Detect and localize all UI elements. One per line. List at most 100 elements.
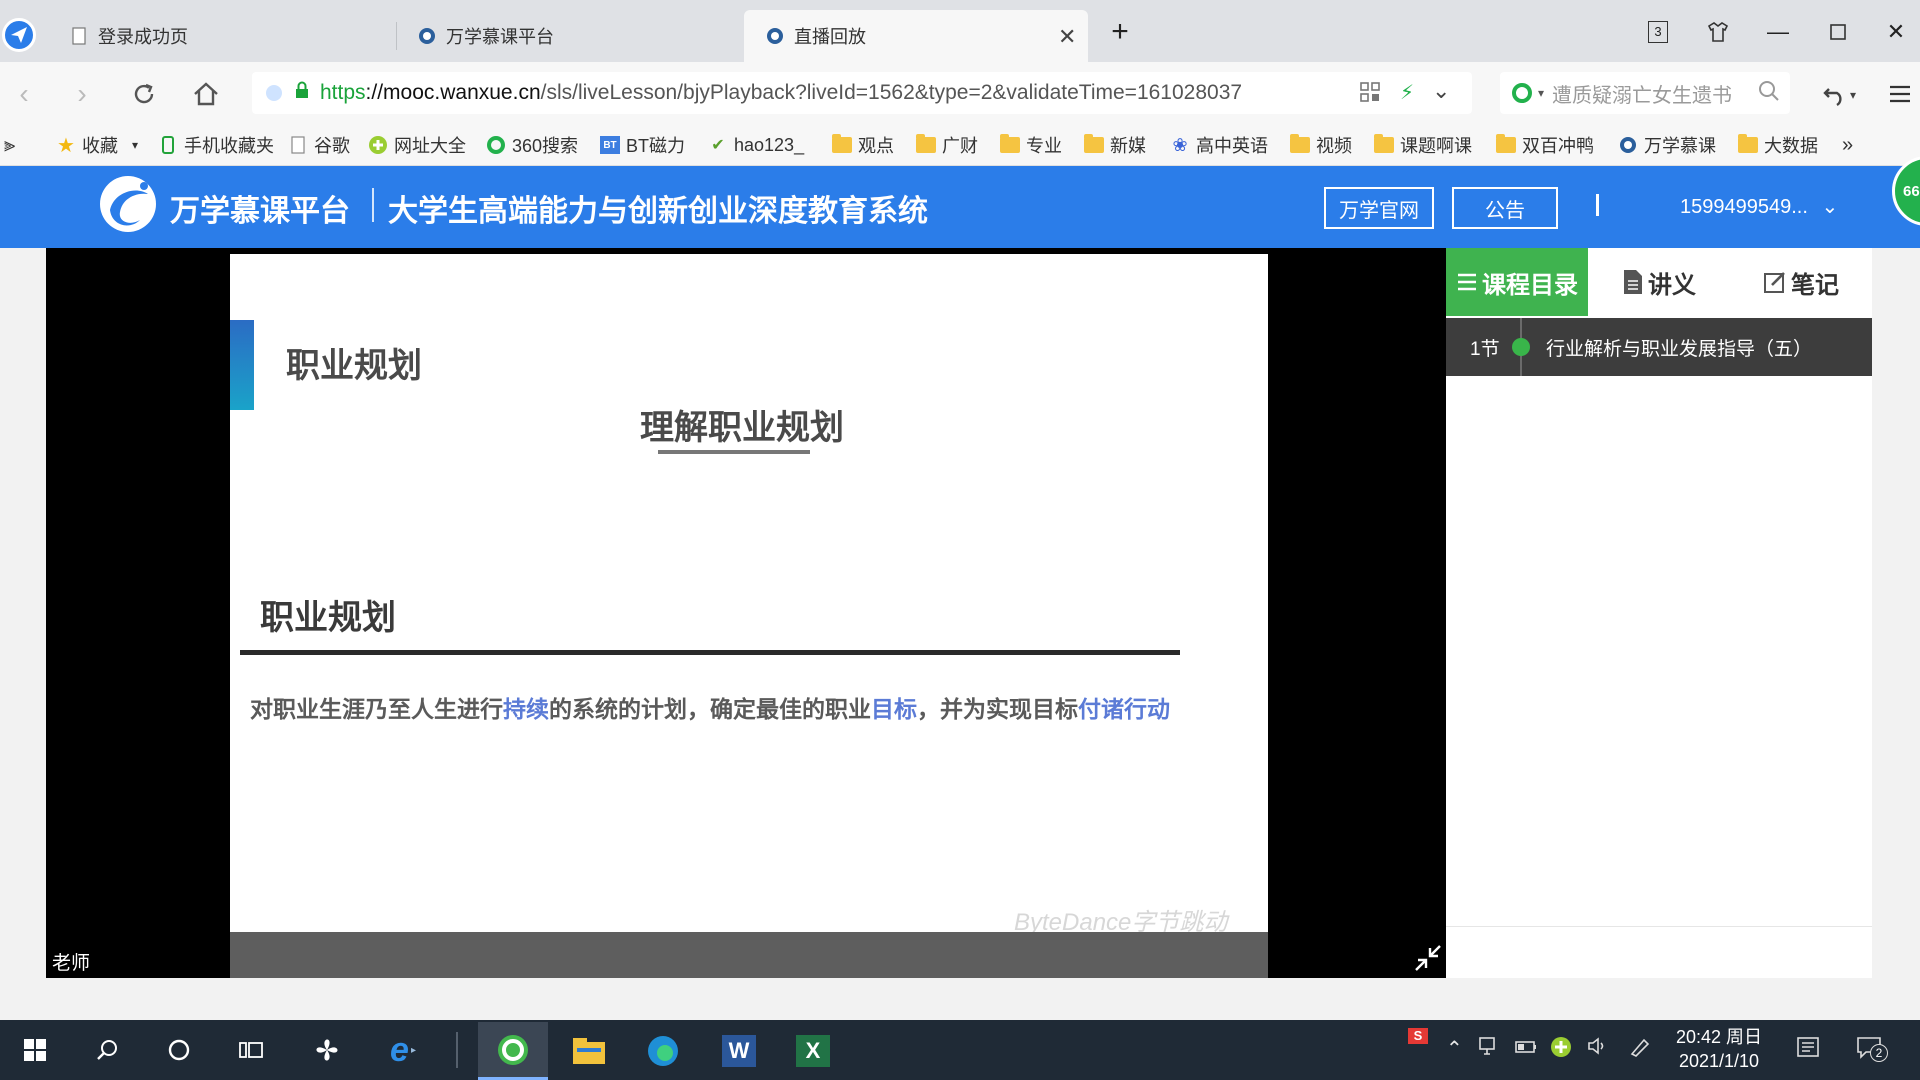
reload-button[interactable] (124, 74, 164, 114)
maximize-button[interactable] (1818, 14, 1858, 50)
bookmark-wanxue-mooc[interactable]: 万学慕课 (1618, 130, 1716, 160)
notes-icon[interactable] (1796, 1036, 1820, 1064)
menu-icon[interactable] (1880, 74, 1920, 114)
volume-icon[interactable] (1586, 1036, 1610, 1062)
search-icon[interactable] (84, 1030, 130, 1070)
bookmark-360-search[interactable]: 360搜索 (486, 130, 578, 160)
notice-button[interactable]: 公告 (1452, 187, 1558, 229)
lesson-item[interactable]: 1节 行业解析与职业发展指导（五） (1446, 318, 1872, 376)
task-view-icon[interactable] (228, 1030, 274, 1070)
bookmark-label: 高中英语 (1196, 136, 1268, 156)
bookmark-hao123[interactable]: ✔ hao123_ (708, 130, 804, 160)
site-logo-icon[interactable] (100, 176, 156, 232)
tab-wanxue-platform[interactable]: 万学慕课平台 (396, 10, 736, 62)
address-bar[interactable]: https://mooc.wanxue.cn/sls/liveLesson/bj… (252, 72, 1472, 114)
tab-notes[interactable]: 笔记 (1730, 248, 1872, 316)
excel-app[interactable]: X (778, 1022, 848, 1080)
chevron-down-icon[interactable]: ▾ (1850, 88, 1856, 102)
chevron-down-icon: ⌄ (1821, 196, 1839, 218)
sidebar-toggle-icon[interactable]: ⫸ (4, 130, 15, 160)
cortana-icon[interactable] (156, 1030, 202, 1070)
network-icon[interactable] (1478, 1036, 1502, 1062)
new-tab-button[interactable]: + (1100, 14, 1140, 50)
bookmark-label: 大数据 (1764, 136, 1818, 156)
browser-logo-icon[interactable] (2, 18, 36, 52)
phone-icon (158, 136, 178, 154)
search-icon[interactable] (1758, 80, 1780, 108)
system-clock[interactable]: 20:42 周日 2021/1/10 (1676, 1025, 1762, 1073)
tab-label: 登录成功页 (98, 27, 188, 47)
ie-browser-icon[interactable]: e ▸ (380, 1030, 426, 1070)
site-title[interactable]: 万学慕课平台 (170, 186, 350, 230)
lightning-icon[interactable]: ⚡ (1400, 80, 1414, 105)
word-app[interactable]: W (704, 1022, 774, 1080)
home-button[interactable] (186, 74, 226, 114)
course-sidebar: 课程目录 讲义 笔记 1节 行业解析与职业发展指导（五） (1446, 248, 1872, 978)
bookmark-folder-new-media[interactable]: 新媒 (1084, 130, 1146, 160)
qr-code-icon[interactable] (1360, 82, 1380, 102)
official-site-button[interactable]: 万学官网 (1324, 187, 1434, 229)
360-search-icon (486, 136, 506, 154)
bookmark-folder-big-data[interactable]: 大数据 (1738, 130, 1818, 160)
chevron-down-icon[interactable]: ⌄ (1432, 78, 1450, 104)
bookmark-high-school-english[interactable]: ❀ 高中英语 (1170, 130, 1268, 160)
close-window-button[interactable]: ✕ (1876, 14, 1916, 50)
back-button[interactable]: ‹ (4, 74, 44, 114)
folder-icon (1374, 134, 1394, 153)
bookmark-folder-video[interactable]: 视频 (1290, 130, 1352, 160)
shirt-icon[interactable] (1698, 14, 1738, 50)
bookmark-folder-viewpoint[interactable]: 观点 (832, 130, 894, 160)
pinwheel-app-icon[interactable] (304, 1030, 350, 1070)
tab-login-success[interactable]: 登录成功页 (48, 10, 388, 62)
sidebar-divider (1446, 926, 1872, 927)
bt-icon: BT (600, 136, 620, 154)
folder-icon (1084, 134, 1104, 153)
360-guard-icon[interactable] (1550, 1036, 1572, 1064)
slide-heading-center: 理解职业规划 (640, 409, 844, 447)
taskbar-divider (456, 1032, 458, 1068)
bookmarks-more-button[interactable]: » (1842, 130, 1853, 160)
pen-icon[interactable] (1628, 1036, 1652, 1064)
folder-icon (1000, 134, 1020, 153)
chevron-up-icon[interactable]: ⌃ (1446, 1036, 1463, 1061)
battery-icon[interactable] (1514, 1036, 1538, 1062)
minimize-button[interactable]: — (1758, 14, 1798, 50)
taskbar: e ▸ W X S ⌃ 20:42 周日 2021/1/10 2 (0, 1020, 1920, 1080)
exit-fullscreen-icon[interactable] (1412, 942, 1444, 974)
tab-course-catalog[interactable]: 课程目录 (1446, 248, 1588, 316)
slide-body-text: 对职业生涯乃至人生进行持续的系统的计划，确定最佳的职业目标，并为实现目标付诸行动 (250, 690, 1170, 724)
tab-handout[interactable]: 讲义 (1588, 248, 1730, 316)
360-browser-app[interactable] (478, 1022, 548, 1080)
bookmark-folder-double-hundred[interactable]: 双百冲鸭 (1496, 130, 1594, 160)
bookmark-url-directory[interactable]: 网址大全 (368, 130, 466, 160)
search-input[interactable]: ▾ 遭质疑溺亡女生遗书 (1500, 72, 1790, 114)
windows-start-icon[interactable] (12, 1030, 58, 1070)
bookmark-mobile[interactable]: 手机收藏夹 (158, 130, 274, 160)
bookmark-bt[interactable]: BT BT磁力 (600, 130, 685, 160)
badge-count: 66 (1903, 182, 1920, 200)
slide-accent-bar (230, 320, 254, 410)
tab-live-playback[interactable]: 直播回放 ✕ (744, 10, 1088, 62)
bookmark-folder-research[interactable]: 课题啊课 (1374, 130, 1472, 160)
site-favicon-icon (766, 26, 784, 46)
close-tab-icon[interactable]: ✕ (1058, 24, 1076, 50)
bookmark-google[interactable]: 谷歌 (288, 130, 350, 160)
bookmark-favorites[interactable]: ★ 收藏 ▾ (56, 130, 138, 160)
bookmark-label: 新媒 (1110, 136, 1146, 156)
bookmark-folder-guangcai[interactable]: 广财 (916, 130, 978, 160)
user-menu[interactable]: 1599499549... ⌄ (1680, 194, 1838, 219)
action-center-icon[interactable]: 2 (1856, 1036, 1888, 1066)
site-favicon-icon (418, 26, 436, 46)
sogou-ime-icon[interactable]: S (1408, 1028, 1428, 1044)
bookmark-folder-major[interactable]: 专业 (1000, 130, 1062, 160)
edge-browser-app[interactable] (628, 1022, 698, 1080)
video-player[interactable]: 职业规划 理解职业规划 职业规划 对职业生涯乃至人生进行持续的系统的计划，确定最… (46, 248, 1446, 978)
tab-label: 讲义 (1648, 271, 1696, 299)
file-explorer-app[interactable] (554, 1022, 624, 1080)
url-path: /sls/liveLesson/bjyPlayback?liveId=1562&… (540, 81, 1243, 104)
header-divider (1596, 194, 1599, 216)
bookmark-label: 视频 (1316, 136, 1352, 156)
list-icon (1458, 273, 1476, 291)
forward-button[interactable]: › (62, 74, 102, 114)
tab-count-button[interactable]: 3 (1638, 14, 1678, 50)
